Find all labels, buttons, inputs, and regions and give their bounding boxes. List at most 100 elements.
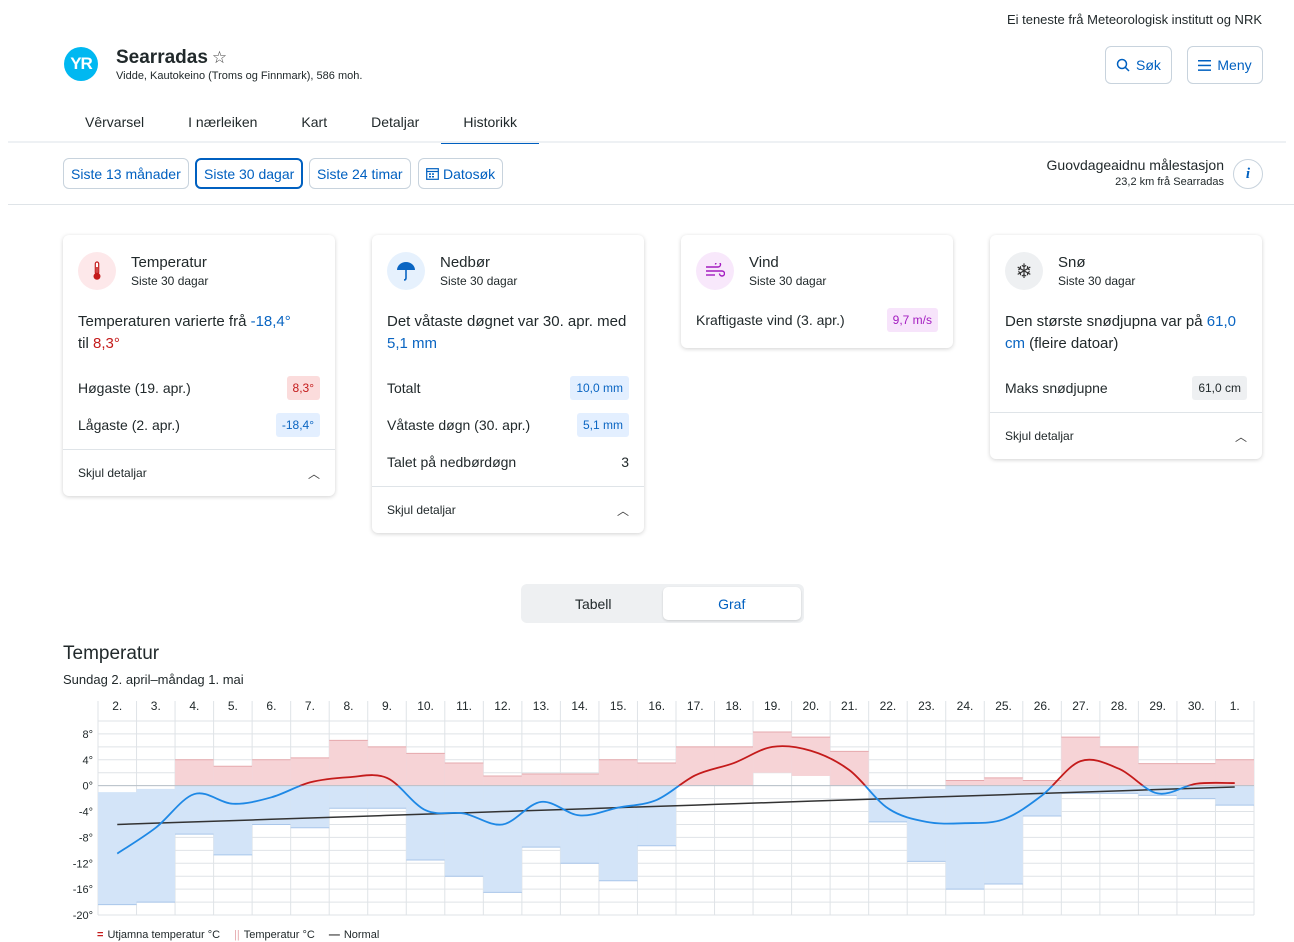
- card-period: Siste 30 dagar: [749, 274, 827, 288]
- stat-row: Kraftigaste vind (3. apr.) 9,7 m/s: [681, 301, 953, 338]
- range-13-months-button[interactable]: Siste 13 månader: [63, 158, 189, 189]
- tab-forecast[interactable]: Vêrvarsel: [63, 106, 166, 143]
- favorite-star-icon[interactable]: ☆: [212, 48, 227, 67]
- chart-title: Temperatur: [63, 643, 160, 664]
- hide-details-toggle[interactable]: Skjul detaljar ︿: [372, 486, 644, 533]
- wind-card: Vind Siste 30 dagar Kraftigaste vind (3.…: [681, 235, 953, 348]
- date-search-button[interactable]: Datosøk: [418, 158, 504, 189]
- search-label: Søk: [1136, 57, 1161, 73]
- temp-bar-warm: [598, 759, 638, 786]
- temp-bar-cold: [136, 788, 176, 903]
- card-summary: Temperaturen varierte frå -18,4° til til…: [78, 313, 291, 352]
- card-title: Snø: [1058, 254, 1086, 271]
- temp-bar-cold: [945, 785, 985, 890]
- x-tick-label: 26.: [1034, 699, 1051, 713]
- snow-card: ❄ Snø Siste 30 dagar Den største snødjup…: [990, 235, 1262, 459]
- x-tick-label: 25.: [995, 699, 1012, 713]
- tab-map[interactable]: Kart: [279, 106, 349, 143]
- range-30-days-button[interactable]: Siste 30 dagar: [195, 158, 304, 189]
- temp-bar-cold: [1022, 785, 1062, 817]
- station-info: Guovdageaidnu målestasjon 23,2 km frå Se…: [1047, 157, 1224, 188]
- legend-smoothed: = Utjamna temperatur °C: [97, 929, 221, 941]
- hide-details-toggle[interactable]: Skjul detaljar ︿: [990, 412, 1262, 459]
- temp-bar-warm: [637, 763, 676, 786]
- place-name: Searradas: [116, 47, 208, 68]
- temp-bar-cold: [598, 785, 638, 881]
- x-tick-label: 22.: [880, 699, 897, 713]
- temp-bar-warm: [213, 766, 253, 786]
- x-tick-label: 15.: [610, 699, 627, 713]
- x-tick-label: 13.: [533, 699, 550, 713]
- yr-logo[interactable]: YR: [64, 47, 98, 81]
- temp-bar-warm: [1138, 763, 1177, 786]
- x-tick-label: 23.: [918, 699, 935, 713]
- x-tick-label: 14.: [571, 699, 588, 713]
- x-tick-label: 21.: [841, 699, 858, 713]
- thermometer-icon: [78, 252, 116, 290]
- y-tick-label: 0°: [82, 781, 93, 793]
- x-tick-label: 2.: [112, 699, 122, 713]
- temp-bar-warm: [945, 780, 985, 786]
- x-tick-label: 8.: [343, 699, 353, 713]
- x-tick-label: 3.: [151, 699, 161, 713]
- temperature-chart: 8° 4° 0° -4° -8° -12° -16° -20° 2. 3. 4. 5. 6. 7. 8. 9.…: [73, 699, 1255, 922]
- calendar-icon: [426, 168, 439, 180]
- temp-bar-cold: [637, 785, 676, 846]
- menu-button[interactable]: Meny: [1187, 46, 1263, 84]
- y-tick-label: -8°: [79, 832, 93, 844]
- temp-bar-cold: [98, 792, 137, 905]
- x-tick-label: 30.: [1188, 699, 1205, 713]
- temp-bar-warm: [367, 746, 407, 786]
- temp-bar-warm: [560, 774, 599, 786]
- tab-nearby[interactable]: I nærleiken: [166, 106, 279, 143]
- graph-view-button[interactable]: Graf: [662, 587, 801, 620]
- temp-bar-warm: [984, 777, 1023, 786]
- date-search-label: Datosøk: [443, 165, 496, 182]
- temp-bar-warm: [1215, 759, 1254, 786]
- x-tick-label: 4.: [189, 699, 199, 713]
- temp-bar-warm: [406, 753, 445, 786]
- temp-bar-warm: [175, 759, 214, 786]
- x-tick-label: 19.: [764, 699, 781, 713]
- station-distance: 23,2 km frå Searradas: [1115, 176, 1224, 188]
- y-tick-label: 4°: [82, 755, 93, 767]
- tab-history[interactable]: Historikk: [441, 106, 539, 144]
- chart-legend: = Utjamna temperatur °C || Temperatur °C —…: [97, 929, 379, 941]
- umbrella-icon: [387, 252, 425, 290]
- info-icon[interactable]: i: [1233, 159, 1263, 189]
- temp-bar-warm: [252, 759, 291, 786]
- y-tick-label: -16°: [73, 884, 93, 896]
- y-tick-label: -20°: [73, 910, 93, 922]
- stat-row: Lågaste (2. apr.) -18,4°: [63, 406, 335, 443]
- tabs-divider: [8, 141, 1286, 143]
- temp-bar-warm: [290, 757, 330, 786]
- temp-bar-cold: [483, 785, 522, 893]
- card-title: Nedbør: [440, 254, 491, 271]
- x-tick-label: 1.: [1230, 699, 1240, 713]
- temperature-card: Temperatur Siste 30 dagar Temperaturen v…: [63, 235, 335, 496]
- table-view-button[interactable]: Tabell: [524, 587, 663, 620]
- stat-row: Talet på nedbørdøgn 3: [387, 453, 629, 470]
- menu-label: Meny: [1217, 57, 1252, 73]
- temp-bar-cold: [444, 785, 484, 877]
- x-tick-label: 10.: [417, 699, 434, 713]
- x-tick-label: 17.: [687, 699, 704, 713]
- chevron-up-icon: ︿: [1234, 429, 1247, 444]
- y-tick-label: 8°: [82, 729, 93, 741]
- hide-details-toggle[interactable]: Skjul detaljar ︿: [63, 449, 335, 496]
- search-button[interactable]: Søk: [1105, 46, 1172, 84]
- x-tick-label: 7.: [305, 699, 315, 713]
- stat-row: Totalt 10,0 mm: [372, 369, 644, 406]
- range-24-hours-button[interactable]: Siste 24 timar: [309, 158, 411, 189]
- y-tick-label: -4°: [79, 807, 93, 819]
- temp-bar-cold: [984, 785, 1023, 884]
- search-icon: [1116, 58, 1130, 72]
- temp-bar-warm: [753, 731, 792, 773]
- x-tick-label: 27.: [1072, 699, 1089, 713]
- temp-bar-cold: [560, 785, 599, 864]
- temp-bar-cold: [175, 785, 214, 835]
- tab-details[interactable]: Detaljar: [349, 106, 441, 143]
- main-tabs: Vêrvarsel I nærleiken Kart Detaljar Hist…: [63, 106, 539, 144]
- temp-bar-warm: [483, 775, 522, 786]
- card-title: Vind: [749, 254, 779, 271]
